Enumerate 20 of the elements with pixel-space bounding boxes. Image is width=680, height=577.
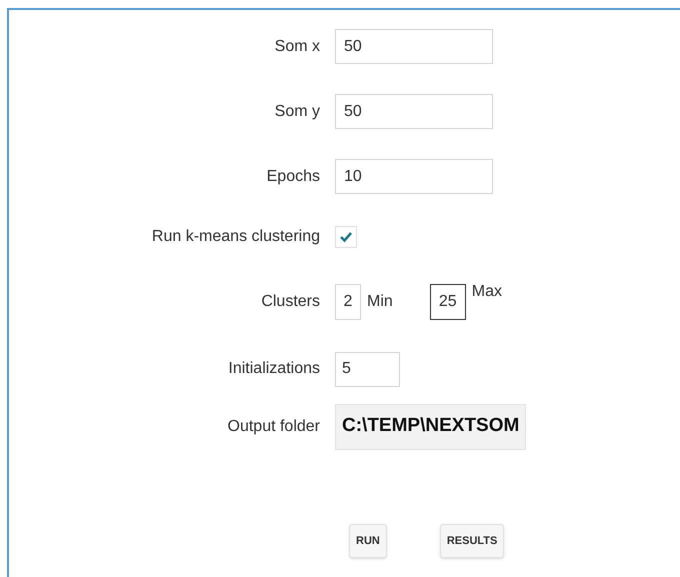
text-field[interactable]: 50 (335, 94, 493, 129)
max-label: Max (472, 282, 502, 302)
field-label: Som y (274, 102, 320, 120)
field-label: Clusters (261, 292, 320, 310)
action-button[interactable]: RESULTS (440, 524, 504, 558)
min-field[interactable]: 2 (335, 284, 361, 320)
field-label: Initializations (228, 360, 320, 377)
min-label: Min (367, 292, 393, 312)
checkmark-icon (339, 230, 353, 242)
field-label: Run k-means clustering (152, 228, 320, 244)
field-label: Output folder (228, 418, 320, 434)
text-field[interactable]: 10 (335, 159, 493, 194)
checkbox[interactable] (335, 226, 357, 248)
text-field[interactable]: 5 (335, 352, 400, 386)
max-field[interactable]: 25 (430, 284, 466, 320)
folder-field[interactable]: C:\TEMP\NEXTSOM (335, 404, 526, 450)
field-label: Som x (274, 38, 320, 54)
action-button[interactable]: RUN (349, 524, 387, 558)
text-field[interactable]: 50 (335, 29, 493, 64)
field-label: Epochs (266, 168, 320, 184)
